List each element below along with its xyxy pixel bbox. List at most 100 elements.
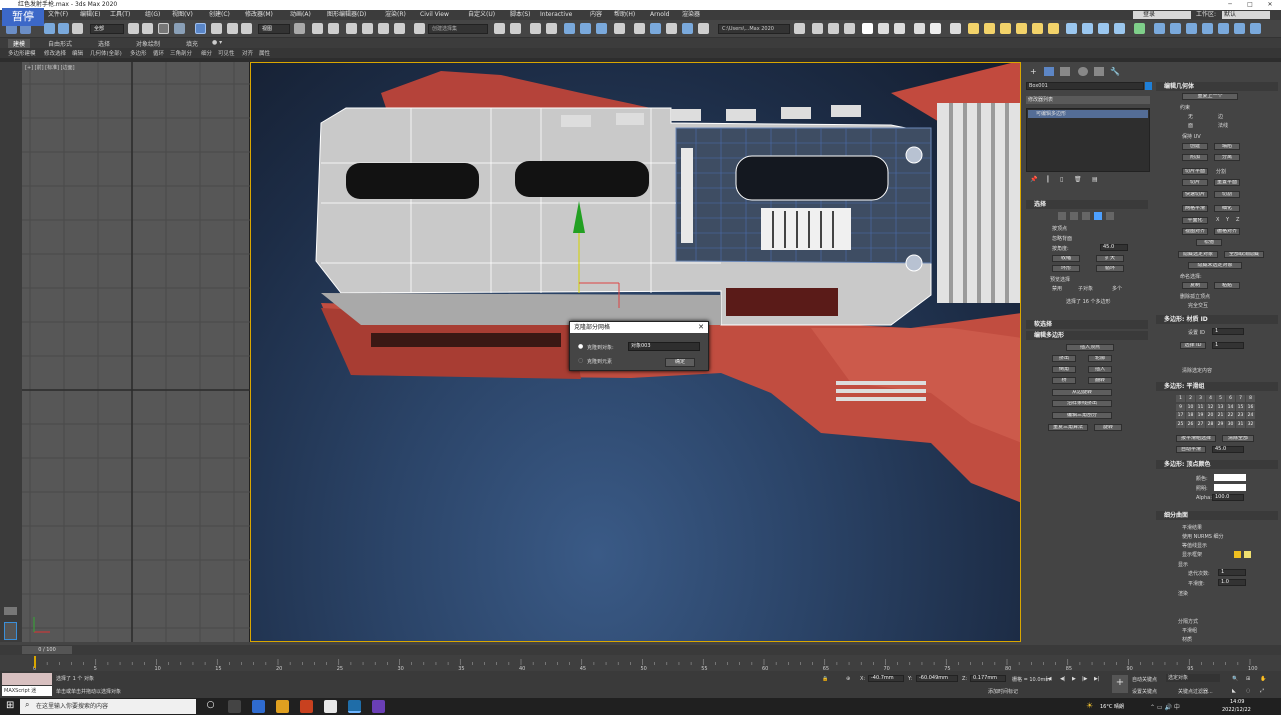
y-coordinate[interactable]: -60.049mm bbox=[916, 675, 958, 682]
percent-snap-icon[interactable] bbox=[378, 23, 389, 34]
pyramid-icon[interactable] bbox=[1032, 23, 1043, 34]
smoothness-spinner[interactable]: 1.0 bbox=[1218, 579, 1246, 586]
border-level-icon[interactable] bbox=[1082, 212, 1090, 220]
edit-triangulation-button[interactable]: 编辑三角剖分 bbox=[1052, 412, 1112, 419]
select-manipulate-icon[interactable] bbox=[312, 23, 323, 34]
smoothing-group-27[interactable]: 27 bbox=[1196, 420, 1205, 428]
edge-browser-icon[interactable] bbox=[252, 700, 265, 713]
menu-animation[interactable]: 动画(A) bbox=[290, 10, 311, 20]
menu-scripting[interactable]: 脚本(S) bbox=[510, 10, 531, 20]
smoothing-group-4[interactable]: 4 bbox=[1206, 395, 1215, 402]
menu-renderer[interactable]: 渲染器 bbox=[682, 10, 700, 20]
attach-button[interactable]: 附加 bbox=[1182, 154, 1208, 161]
use-nurms-checkbox[interactable]: 使用 NURMS 细分 bbox=[1182, 533, 1224, 540]
render-online-icon[interactable] bbox=[682, 23, 693, 34]
preview-disabled-radio[interactable]: 禁用 bbox=[1052, 285, 1062, 292]
vertex-colors-rollout-header[interactable]: 多边形: 顶点颜色 bbox=[1156, 460, 1278, 469]
render-production-icon[interactable] bbox=[666, 23, 677, 34]
key-filters-button[interactable]: 关键点过滤器... bbox=[1178, 688, 1213, 695]
tab-modeling[interactable]: 建模 bbox=[8, 39, 31, 48]
smoothing-group-32[interactable]: 32 bbox=[1246, 420, 1255, 428]
quickslice-button[interactable]: 快速切片 bbox=[1182, 191, 1208, 198]
place-icon[interactable] bbox=[241, 23, 252, 34]
stack-item-editable-poly[interactable]: 可编辑多边形 bbox=[1028, 110, 1148, 118]
workspace-dropdown[interactable]: 默认 bbox=[1222, 11, 1270, 19]
toggle-ribbon-icon[interactable] bbox=[564, 23, 575, 34]
ribbon-toggle-icon[interactable]: ● ▾ bbox=[212, 39, 222, 46]
3dsmax-icon[interactable] bbox=[348, 700, 361, 713]
camera-icon[interactable] bbox=[1170, 23, 1181, 34]
by-angle-checkbox[interactable]: 按角度: bbox=[1052, 245, 1069, 252]
set-key-icon[interactable]: + bbox=[1112, 675, 1128, 693]
delete-isolated-checkbox[interactable]: 删除孤立顶点 bbox=[1180, 293, 1210, 300]
unhide-all-button[interactable]: 全部取消隐藏 bbox=[1224, 251, 1264, 258]
vertex-level-icon[interactable] bbox=[1058, 212, 1066, 220]
remove-modifier-icon[interactable]: 🗑 bbox=[1074, 176, 1082, 183]
goto-start-icon[interactable]: |◀ bbox=[1046, 676, 1052, 682]
modifier-list-dropdown[interactable]: 修改器列表 bbox=[1026, 96, 1150, 104]
spline-icon[interactable] bbox=[1066, 23, 1077, 34]
menu-rendering[interactable]: 渲染(R) bbox=[385, 10, 406, 20]
extrude-along-spline-button[interactable]: 沿样条线挤出 bbox=[1052, 400, 1112, 407]
ribbon-align[interactable]: 对齐 bbox=[242, 49, 253, 57]
frame-counter[interactable]: 0 / 100 bbox=[22, 646, 72, 654]
spacewarp-icon[interactable] bbox=[1202, 23, 1213, 34]
ok-button[interactable]: 确定 bbox=[665, 358, 695, 367]
smoothing-group-3[interactable]: 3 bbox=[1196, 395, 1205, 402]
office-icon[interactable] bbox=[300, 700, 313, 713]
named-selection-dropdown[interactable]: 创建选择集 bbox=[428, 24, 488, 34]
toggle-layer-explorer-icon[interactable] bbox=[546, 23, 557, 34]
smoothing-group-1[interactable]: 1 bbox=[1176, 395, 1185, 402]
motion-tab-icon[interactable] bbox=[1078, 67, 1088, 76]
menu-edit[interactable]: 编辑(E) bbox=[80, 10, 100, 20]
pan-icon[interactable]: ✋ bbox=[1260, 676, 1266, 682]
arnold-icon[interactable] bbox=[698, 23, 709, 34]
smoothing-group-23[interactable]: 23 bbox=[1236, 412, 1245, 419]
view-align-button[interactable]: 视图对齐 bbox=[1182, 228, 1208, 235]
tab-populate[interactable]: 填充 bbox=[186, 39, 198, 48]
menu-help[interactable]: 帮助(H) bbox=[614, 10, 635, 20]
menu-create[interactable]: 创建(C) bbox=[209, 10, 230, 20]
widgets-icon[interactable] bbox=[228, 700, 241, 713]
unlink-icon[interactable] bbox=[58, 23, 69, 34]
layout-tab-icon[interactable] bbox=[4, 607, 17, 615]
sphere-icon[interactable] bbox=[930, 23, 941, 34]
ring-icon[interactable] bbox=[894, 23, 905, 34]
loop-button[interactable]: 循环 bbox=[1096, 265, 1124, 272]
project-path-dropdown[interactable]: C:\Users\...Max 2020 bbox=[718, 24, 790, 34]
selection-filter-dropdown[interactable]: 全部 bbox=[90, 24, 124, 34]
cloud-icon[interactable] bbox=[862, 23, 873, 34]
spinner-snap-icon[interactable] bbox=[394, 23, 405, 34]
ribbon-subdivision[interactable]: 细分 bbox=[201, 49, 212, 57]
smoothing-group-26[interactable]: 26 bbox=[1186, 420, 1195, 428]
window-crossing-icon[interactable] bbox=[174, 23, 185, 34]
pivot-center-icon[interactable] bbox=[294, 23, 305, 34]
smoothing-group-15[interactable]: 15 bbox=[1236, 403, 1245, 411]
play-icon[interactable]: ▶ bbox=[1072, 676, 1076, 682]
ring-button[interactable]: 环形 bbox=[1052, 265, 1080, 272]
link-icon[interactable] bbox=[44, 23, 55, 34]
turn-button[interactable]: 旋转 bbox=[1094, 424, 1122, 431]
toggle-scene-explorer-icon[interactable] bbox=[530, 23, 541, 34]
menu-graph-editors[interactable]: 图形编辑器(D) bbox=[327, 10, 366, 20]
z-coordinate[interactable]: 0.177mm bbox=[970, 675, 1006, 682]
vertex-color-swatch[interactable] bbox=[1214, 474, 1246, 481]
object-name-field[interactable]: Box001 bbox=[1026, 82, 1144, 90]
full-interactivity-checkbox[interactable]: 完全交互 bbox=[1188, 302, 1208, 309]
constraint-none-radio[interactable]: 无 bbox=[1188, 113, 1193, 120]
edit-named-sel-icon[interactable] bbox=[414, 23, 425, 34]
menu-content[interactable]: 内容 bbox=[590, 10, 602, 20]
bind-space-warp-icon[interactable] bbox=[72, 23, 83, 34]
reference-coord-dropdown[interactable]: 视图 bbox=[258, 24, 290, 34]
cone-icon[interactable] bbox=[984, 23, 995, 34]
material-id-rollout-header[interactable]: 多边形: 材质 ID bbox=[1156, 315, 1278, 324]
smoothing-group-12[interactable]: 12 bbox=[1206, 403, 1215, 411]
smoothing-group-25[interactable]: 25 bbox=[1176, 420, 1185, 428]
hinge-from-edge-button[interactable]: 从边旋转 bbox=[1052, 389, 1112, 396]
smoothing-group-19[interactable]: 19 bbox=[1196, 412, 1205, 419]
time-slider[interactable]: 0 / 100 bbox=[0, 645, 1281, 655]
add-time-tag[interactable]: 添加时间标记 bbox=[988, 688, 1018, 695]
menu-arnold[interactable]: Arnold bbox=[650, 10, 669, 20]
align-icon[interactable] bbox=[510, 23, 521, 34]
snaps-toggle-icon[interactable] bbox=[346, 23, 357, 34]
